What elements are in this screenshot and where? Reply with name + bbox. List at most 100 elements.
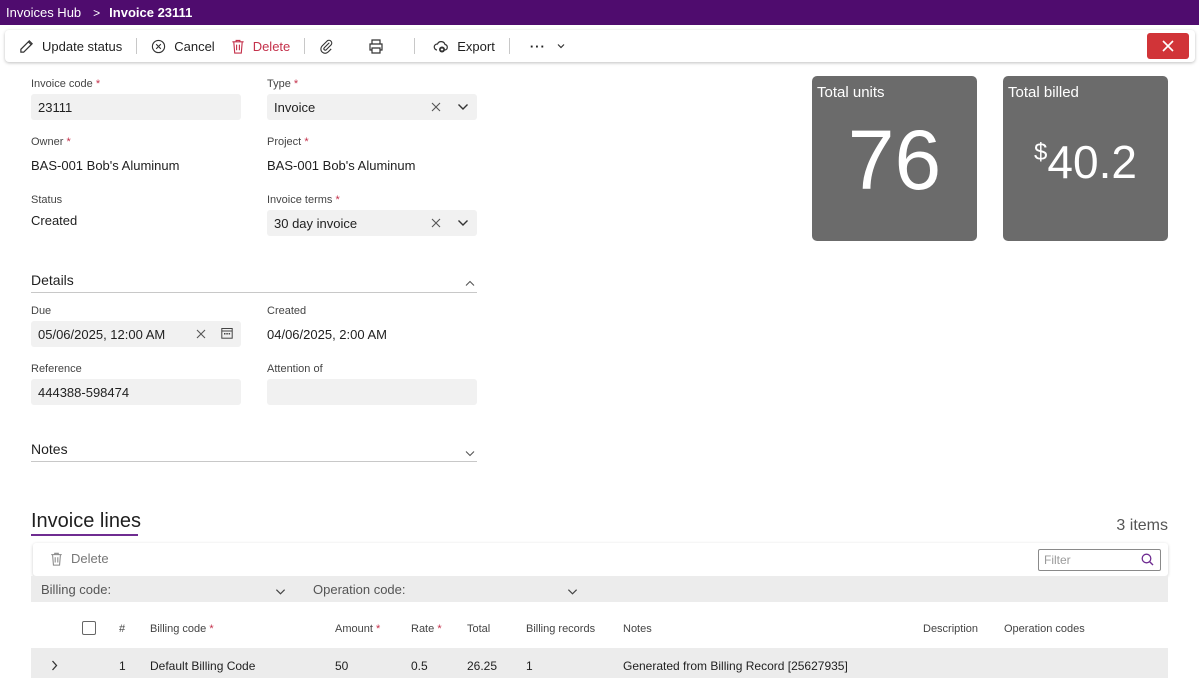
row-rate[interactable]: 0.5: [411, 659, 428, 673]
update-status-button[interactable]: Update status: [5, 30, 130, 62]
items-count: 3 items: [1116, 517, 1168, 534]
billing-code-filter[interactable]: Billing code:: [41, 582, 111, 597]
filter-input[interactable]: Filter: [1038, 549, 1161, 571]
operation-code-filter[interactable]: Operation code:: [313, 582, 406, 597]
delete-button[interactable]: Delete: [223, 30, 299, 62]
column-header-notes[interactable]: Notes: [623, 623, 652, 635]
currency-symbol: $: [1034, 139, 1048, 166]
column-header-description[interactable]: Description: [923, 623, 978, 635]
total-billed-value: 40.2: [1047, 136, 1137, 188]
row-billing-code[interactable]: Default Billing Code: [150, 659, 255, 673]
paperclip-icon: [320, 39, 333, 54]
project-value[interactable]: BAS-001 Bob's Aluminum: [267, 158, 415, 173]
update-status-label: Update status: [42, 38, 123, 54]
trash-icon: [51, 552, 62, 566]
grid-delete-button[interactable]: Delete: [50, 551, 109, 566]
select-all-checkbox[interactable]: [82, 621, 96, 635]
details-section-title[interactable]: Details: [31, 272, 74, 288]
type-label: Type *: [267, 78, 299, 90]
status-label: Status: [31, 194, 63, 206]
search-icon[interactable]: [1141, 553, 1154, 569]
row-amount[interactable]: 50: [335, 659, 348, 673]
breadcrumb-current: Invoice 23111: [109, 5, 193, 20]
row-notes[interactable]: Generated from Billing Record [25627935]: [623, 659, 848, 673]
chevron-down-icon: [557, 44, 565, 49]
breadcrumb: Invoices Hub > Invoice 23111: [0, 0, 1199, 25]
cloud-export-icon: [433, 40, 449, 52]
column-header-operation-codes[interactable]: Operation codes: [1004, 623, 1085, 635]
export-label: Export: [457, 38, 495, 54]
printer-icon: [369, 38, 383, 54]
delete-label: Delete: [252, 38, 291, 54]
cancel-label: Cancel: [174, 38, 215, 54]
close-button[interactable]: [1147, 33, 1189, 59]
chevron-right-icon[interactable]: [51, 658, 58, 676]
grid-delete-label: Delete: [71, 551, 109, 566]
owner-value[interactable]: BAS-001 Bob's Aluminum: [31, 158, 179, 173]
chevron-down-icon[interactable]: [457, 103, 469, 111]
due-label: Due: [31, 305, 52, 317]
column-header-amount[interactable]: Amount *: [335, 623, 380, 635]
toolbar-divider: [508, 38, 510, 54]
chevron-up-icon[interactable]: [465, 274, 475, 292]
grid-toolbar: Delete Filter: [33, 543, 1168, 576]
breadcrumb-root[interactable]: Invoices Hub: [6, 5, 81, 20]
due-date-field[interactable]: 05/06/2025, 12:00 AM: [31, 321, 241, 347]
more-button[interactable]: ···: [522, 30, 554, 62]
close-icon: [1162, 40, 1174, 52]
clear-icon[interactable]: [431, 102, 441, 112]
column-header-number[interactable]: #: [119, 623, 125, 635]
column-header-billing-records[interactable]: Billing records: [526, 623, 595, 635]
export-button[interactable]: Export: [425, 30, 503, 62]
row-billing-records[interactable]: 1: [526, 659, 533, 673]
reference-value: 444388-598474: [38, 384, 130, 400]
created-label: Created: [267, 305, 307, 317]
invoice-code-field[interactable]: 23111: [31, 94, 241, 120]
invoice-lines-underline: [31, 534, 138, 536]
chevron-down-icon[interactable]: [457, 219, 469, 227]
type-select[interactable]: Invoice: [267, 94, 477, 120]
toolbar-divider: [136, 38, 138, 54]
column-header-total[interactable]: Total: [467, 623, 490, 635]
notes-section-title[interactable]: Notes: [31, 441, 68, 457]
chevron-down-icon[interactable]: [465, 444, 475, 462]
reference-field[interactable]: 444388-598474: [31, 379, 241, 405]
filter-placeholder: Filter: [1044, 553, 1071, 567]
total-units-tile: Total units 76: [812, 76, 977, 241]
total-units-title: Total units: [817, 84, 885, 101]
invoice-terms-label: Invoice terms *: [267, 194, 340, 206]
invoice-terms-value: 30 day invoice: [274, 215, 358, 231]
attention-of-label: Attention of: [267, 363, 323, 375]
details-divider: [31, 292, 477, 293]
attention-of-field[interactable]: [267, 379, 477, 405]
column-header-rate[interactable]: Rate *: [411, 623, 442, 635]
chevron-down-icon[interactable]: [567, 584, 578, 599]
owner-label: Owner *: [31, 136, 71, 148]
status-value: Created: [31, 213, 78, 228]
calendar-icon[interactable]: [221, 327, 233, 339]
clear-icon[interactable]: [431, 218, 441, 228]
invoice-code-label: Invoice code *: [31, 78, 101, 90]
column-header-billing-code[interactable]: Billing code *: [150, 623, 214, 635]
invoice-terms-select[interactable]: 30 day invoice: [267, 210, 477, 236]
created-value: 04/06/2025, 2:00 AM: [267, 327, 387, 342]
attach-button[interactable]: [311, 30, 350, 62]
trash-icon: [232, 39, 244, 54]
invoice-lines-title: Invoice lines: [31, 510, 142, 532]
notes-divider: [31, 461, 477, 462]
due-date-value: 05/06/2025, 12:00 AM: [38, 326, 166, 342]
clear-icon[interactable]: [196, 329, 206, 339]
more-dropdown-button[interactable]: [554, 30, 576, 62]
command-bar: Update status Cancel Delete Export ···: [5, 30, 1195, 62]
total-billed-amount: $40.2: [1003, 139, 1168, 185]
print-button[interactable]: [360, 30, 400, 62]
chevron-down-icon[interactable]: [275, 584, 286, 599]
cancel-button[interactable]: Cancel: [143, 30, 222, 62]
row-total: 26.25: [467, 659, 498, 673]
toolbar-divider: [414, 38, 416, 54]
total-units-value: 76: [847, 113, 942, 207]
toolbar-divider: [304, 38, 306, 54]
total-billed-title: Total billed: [1008, 84, 1079, 101]
reference-label: Reference: [31, 363, 82, 375]
cancel-circle-icon: [152, 39, 166, 53]
